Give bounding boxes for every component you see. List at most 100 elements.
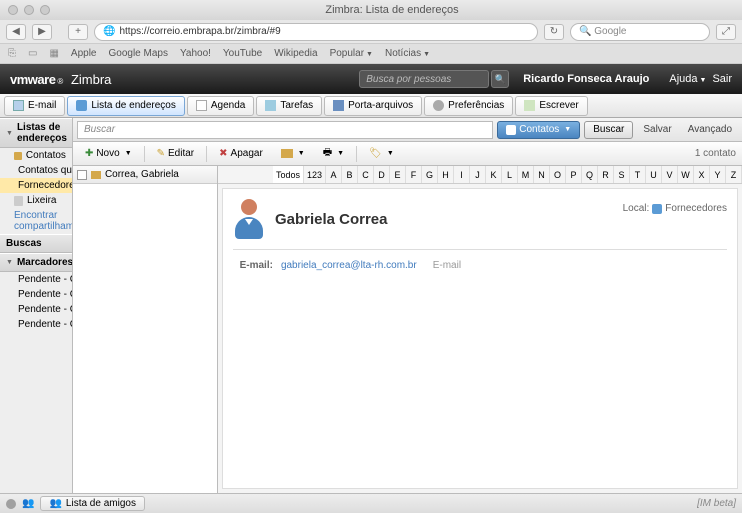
contact-card: Local: Fornecedores Gabriela Correa: [222, 188, 738, 489]
folder-icon: [652, 204, 662, 214]
alpha-J[interactable]: J: [470, 166, 486, 183]
exit-link[interactable]: Sair: [712, 73, 732, 85]
tag-button[interactable]: 🏷▼: [363, 145, 400, 163]
search-input[interactable]: Buscar: [77, 121, 493, 139]
url-text: https://correio.embrapa.br/zimbra/#9: [119, 26, 280, 37]
find-shares-link[interactable]: Encontrar compartilhament: [0, 208, 72, 234]
new-button[interactable]: ✚Novo▼: [79, 145, 138, 163]
alpha-A[interactable]: A: [326, 166, 342, 183]
sidebar-item-emailed[interactable]: Contatos que receberam e: [0, 163, 72, 178]
alpha-X[interactable]: X: [694, 166, 710, 183]
email-link[interactable]: gabriela_correa@lta-rh.com.br: [281, 260, 417, 271]
alpha-N[interactable]: N: [534, 166, 550, 183]
alpha-Q[interactable]: Q: [582, 166, 598, 183]
search-button[interactable]: Buscar: [584, 121, 633, 139]
tag-item[interactable]: Pendente - CRC: [0, 317, 72, 332]
alpha-P[interactable]: P: [566, 166, 582, 183]
alpha-K[interactable]: K: [486, 166, 502, 183]
tab-email[interactable]: E-mail: [4, 96, 65, 116]
url-field[interactable]: 🌐 https://correio.embrapa.br/zimbra/#9: [94, 23, 538, 41]
alpha-123[interactable]: 123: [304, 166, 326, 183]
minimize-dot[interactable]: [24, 5, 34, 15]
tab-tasks[interactable]: Tarefas: [256, 96, 322, 116]
alpha-M[interactable]: M: [518, 166, 534, 183]
bookmark-item[interactable]: Google Maps: [108, 48, 167, 59]
edit-button[interactable]: ✎Editar: [151, 145, 201, 163]
tab-calendar[interactable]: Agenda: [187, 96, 254, 116]
bookmark-item[interactable]: YouTube: [223, 48, 262, 59]
fullscreen-button[interactable]: ⤢: [716, 24, 736, 40]
reload-button[interactable]: ↻: [544, 24, 564, 40]
alpha-R[interactable]: R: [598, 166, 614, 183]
alpha-L[interactable]: L: [502, 166, 518, 183]
people-icon: 👥: [49, 498, 61, 509]
topsites-icon[interactable]: ▦: [49, 48, 58, 59]
user-name[interactable]: Ricardo Fonseca Araujo: [523, 73, 649, 85]
bookmark-item[interactable]: Wikipedia: [274, 48, 317, 59]
searches-header[interactable]: Buscas: [0, 234, 72, 253]
detail-pane: Todos 123 A B C D E F G H I J K L M N O: [218, 166, 742, 493]
buddy-list-tab[interactable]: 👥 Lista de amigos: [40, 496, 145, 511]
sidebar-item-fornecedores[interactable]: Fornecedores: [0, 178, 72, 193]
alpha-O[interactable]: O: [550, 166, 566, 183]
reader-icon[interactable]: ▭: [28, 48, 37, 59]
browser-search[interactable]: 🔍 Google: [570, 23, 710, 41]
alpha-B[interactable]: B: [342, 166, 358, 183]
search-ph: Google: [594, 26, 626, 37]
bookmark-item[interactable]: Notícias▼: [385, 48, 430, 59]
sidebar-icon[interactable]: ⎘: [8, 48, 16, 59]
buddy-icon[interactable]: 👥: [22, 498, 34, 509]
print-button[interactable]: 🖶▼: [317, 145, 350, 163]
list-header: Correa, Gabriela: [73, 166, 217, 184]
bookmark-item[interactable]: Yahoo!: [180, 48, 211, 59]
alpha-G[interactable]: G: [422, 166, 438, 183]
alpha-V[interactable]: V: [662, 166, 678, 183]
sidebar-item-trash[interactable]: Lixeira: [0, 193, 72, 208]
save-search[interactable]: Salvar: [637, 124, 677, 135]
alpha-I[interactable]: I: [454, 166, 470, 183]
people-search[interactable]: Busca por pessoas: [359, 70, 489, 88]
people-search-btn[interactable]: 🔍: [491, 70, 509, 88]
alpha-D[interactable]: D: [374, 166, 390, 183]
tags-header[interactable]: ▼Marcadores✎: [0, 253, 72, 272]
zoom-dot[interactable]: [40, 5, 50, 15]
bookmark-item[interactable]: Apple: [71, 48, 97, 59]
alpha-T[interactable]: T: [630, 166, 646, 183]
folder-icon: [14, 152, 22, 160]
tag-item[interactable]: Pendente - Chefia DTI: [0, 287, 72, 302]
bookmark-item[interactable]: Popular▼: [330, 48, 373, 59]
alpha-all[interactable]: Todos: [273, 166, 304, 183]
scope-contacts-btn[interactable]: Contatos▼: [497, 121, 580, 139]
alpha-Z[interactable]: Z: [726, 166, 742, 183]
alpha-U[interactable]: U: [646, 166, 662, 183]
add-button[interactable]: +: [68, 24, 88, 40]
tab-compose[interactable]: Escrever: [515, 96, 587, 116]
forward-button[interactable]: ▶: [32, 24, 52, 40]
alpha-C[interactable]: C: [358, 166, 374, 183]
close-dot[interactable]: [8, 5, 18, 15]
tab-briefcase[interactable]: Porta-arquivos: [324, 96, 422, 116]
list-item-name[interactable]: Correa, Gabriela: [105, 169, 179, 180]
search-row: Buscar Contatos▼ Buscar Salvar Avançado: [73, 118, 742, 142]
advanced-search[interactable]: Avançado: [682, 124, 738, 135]
select-all-checkbox[interactable]: [77, 170, 87, 180]
alpha-E[interactable]: E: [390, 166, 406, 183]
tag-item[interactable]: Pendente - CGI: [0, 272, 72, 287]
window-title: Zimbra: Lista de endereços: [50, 4, 734, 16]
addressbooks-header[interactable]: ▼Listas de endereços: [0, 118, 72, 148]
sidebar-item-contacts[interactable]: Contatos: [0, 148, 72, 163]
alpha-Y[interactable]: Y: [710, 166, 726, 183]
presence-icon[interactable]: [6, 499, 16, 509]
help-link[interactable]: Ajuda▼: [669, 73, 706, 85]
new-icon: ✚: [85, 148, 93, 159]
alpha-S[interactable]: S: [614, 166, 630, 183]
alpha-W[interactable]: W: [678, 166, 694, 183]
delete-button[interactable]: ✖Apagar: [213, 145, 269, 163]
tag-item[interactable]: Pendente - CPS: [0, 302, 72, 317]
move-button[interactable]: ▼: [275, 145, 311, 163]
back-button[interactable]: ◀: [6, 24, 26, 40]
alpha-F[interactable]: F: [406, 166, 422, 183]
tab-preferences[interactable]: Preferências: [424, 96, 513, 116]
alpha-H[interactable]: H: [438, 166, 454, 183]
tab-addressbook[interactable]: Lista de endereços: [67, 96, 185, 116]
